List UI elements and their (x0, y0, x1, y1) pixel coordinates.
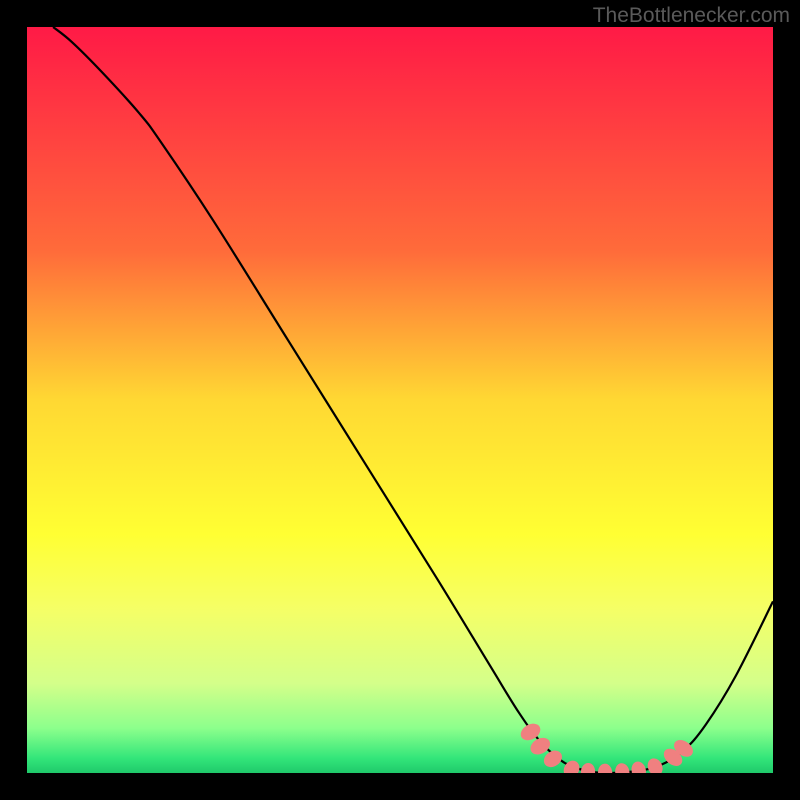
chart-svg (27, 27, 773, 773)
watermark-text: TheBottlenecker.com (593, 4, 790, 28)
chart-plot-area (27, 27, 773, 773)
gradient-background (27, 27, 773, 773)
